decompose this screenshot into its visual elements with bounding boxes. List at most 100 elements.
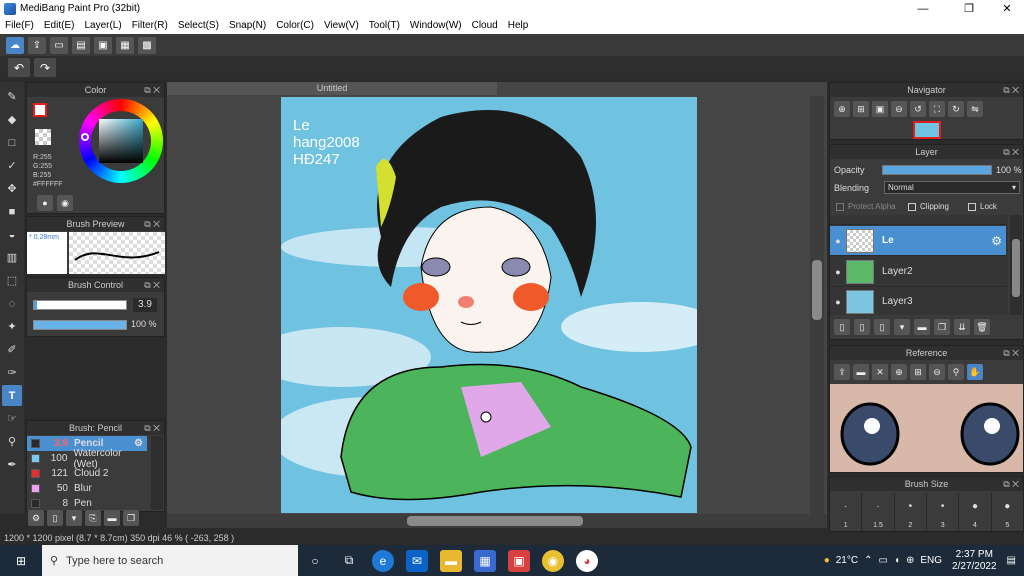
reference-fit-icon[interactable]: ⊞ bbox=[910, 364, 926, 380]
brush-list-item[interactable]: 121 Cloud 2 bbox=[27, 466, 147, 481]
shape-tool-icon[interactable]: □ bbox=[2, 132, 22, 153]
eraser-tool-icon[interactable]: ◆ bbox=[2, 109, 22, 130]
comment-icon[interactable]: ▭ bbox=[50, 36, 68, 54]
close-button[interactable]: ✕ bbox=[992, 0, 1022, 17]
store-icon[interactable]: ▦ bbox=[474, 549, 496, 572]
blending-select[interactable]: Normal ▾ bbox=[884, 181, 1020, 194]
cloud-icon[interactable]: ☁ bbox=[6, 36, 24, 54]
eyedropper-tool-icon[interactable]: ⚲ bbox=[2, 431, 22, 452]
menu-select[interactable]: Select(S) bbox=[173, 20, 224, 31]
windows-start-icon[interactable]: ⊞ bbox=[10, 550, 32, 572]
clipping-checkbox[interactable] bbox=[908, 202, 916, 211]
globe-icon[interactable]: ⊕ bbox=[906, 555, 914, 566]
lock-checkbox[interactable] bbox=[968, 202, 976, 211]
new-8bit-layer-icon[interactable]: ▯ bbox=[874, 319, 890, 335]
brush-size-option[interactable]: • 3 bbox=[927, 493, 960, 531]
menu-file[interactable]: File(F) bbox=[0, 20, 39, 31]
maximize-button[interactable]: ❐ bbox=[954, 0, 984, 17]
weather-temp[interactable]: 21°C bbox=[836, 555, 858, 566]
horizontal-scrollbar[interactable] bbox=[167, 514, 827, 528]
task-view-icon[interactable]: ⧉ bbox=[338, 550, 360, 572]
duplicate-layer-icon[interactable]: ❐ bbox=[934, 319, 950, 335]
palette-icon[interactable]: ● bbox=[37, 195, 53, 211]
transparent-color-swatch[interactable] bbox=[35, 129, 51, 145]
color-history-icon[interactable]: ◉ bbox=[57, 195, 73, 211]
mail-icon[interactable]: ✉ bbox=[406, 549, 428, 572]
visibility-icon[interactable]: ● bbox=[830, 267, 846, 277]
brush-list-scrollbar[interactable] bbox=[151, 436, 163, 510]
volume-icon[interactable]: ◖ bbox=[894, 555, 900, 566]
gradient-tool-icon[interactable]: ▥ bbox=[2, 247, 22, 268]
brush-tool-icon[interactable]: ✎ bbox=[2, 86, 22, 107]
brush-opacity-slider[interactable] bbox=[33, 320, 127, 330]
grid-icon[interactable]: ▦ bbox=[116, 36, 134, 54]
taskbar-search[interactable]: ⚲ Type here to search bbox=[42, 545, 298, 576]
reference-open-icon[interactable]: ⇪ bbox=[834, 364, 850, 380]
page-icon[interactable]: ▣ bbox=[94, 36, 112, 54]
zoom-out-icon[interactable]: ⊖ bbox=[891, 101, 907, 117]
rotate-right-icon[interactable]: ↻ bbox=[948, 101, 964, 117]
layer-scrollbar[interactable] bbox=[1010, 215, 1022, 315]
brush-size-option[interactable]: ● 5 bbox=[992, 493, 1023, 531]
menu-window[interactable]: Window(W) bbox=[405, 20, 467, 31]
layer-row-layer3[interactable]: ● Layer3 bbox=[830, 287, 1006, 315]
panel-controls-icon[interactable]: ⧉ ✕ bbox=[144, 421, 160, 435]
menu-edit[interactable]: Edit(E) bbox=[39, 20, 80, 31]
new-halftone-layer-icon[interactable]: ▯ bbox=[854, 319, 870, 335]
select-tool-icon[interactable]: ⬚ bbox=[2, 270, 22, 291]
layer-row-partial[interactable] bbox=[830, 215, 1006, 225]
add-layer-menu-icon[interactable]: ▾ bbox=[894, 319, 910, 335]
panel-controls-icon[interactable]: ⧉ ✕ bbox=[144, 83, 160, 97]
zoom-actual-icon[interactable]: ▣ bbox=[872, 101, 888, 117]
menu-layer[interactable]: Layer(L) bbox=[79, 20, 126, 31]
drawing-canvas[interactable]: Le hang2008 HĐ247 bbox=[281, 97, 697, 513]
undo-icon[interactable]: ↶ bbox=[8, 58, 30, 77]
brush-size-value[interactable]: 3.9 bbox=[133, 298, 157, 312]
panel-controls-icon[interactable]: ⧉ ✕ bbox=[1003, 83, 1019, 97]
flip-icon[interactable]: ⇋ bbox=[967, 101, 983, 117]
zoom-fit-icon[interactable]: ⊞ bbox=[853, 101, 869, 117]
brush-folder-icon[interactable]: ▬ bbox=[104, 510, 120, 526]
brush-new-icon[interactable]: ▯ bbox=[47, 510, 63, 526]
vertical-scrollbar[interactable] bbox=[810, 96, 824, 514]
panel-controls-icon[interactable]: ⧉ ✕ bbox=[144, 278, 160, 292]
brush-list-item[interactable]: 50 Blur bbox=[27, 481, 147, 496]
document-tab[interactable]: Untitled bbox=[167, 82, 497, 95]
weather-icon[interactable]: ● bbox=[824, 555, 830, 566]
delete-layer-icon[interactable]: 🗑 bbox=[974, 319, 990, 335]
menu-cloud[interactable]: Cloud bbox=[467, 20, 503, 31]
reference-folder-icon[interactable]: ▬ bbox=[853, 364, 869, 380]
share-icon[interactable]: ⇪ bbox=[28, 36, 46, 54]
brush-copy-icon[interactable]: ⎘ bbox=[85, 510, 101, 526]
brush-list-item[interactable]: 8 Pen bbox=[27, 496, 147, 510]
hand-tool-icon[interactable]: ✒ bbox=[2, 454, 22, 475]
navigator-thumbnail[interactable] bbox=[913, 121, 941, 139]
lasso-tool-icon[interactable]: ◌ bbox=[2, 293, 22, 314]
language-indicator[interactable]: ENG bbox=[920, 555, 942, 566]
reference-eyedropper-icon[interactable]: ⚲ bbox=[948, 364, 964, 380]
menu-snap[interactable]: Snap(N) bbox=[224, 20, 271, 31]
zoom-in-icon[interactable]: ⊕ bbox=[834, 101, 850, 117]
bucket-tool-icon[interactable]: ◒ bbox=[2, 224, 22, 245]
hue-handle[interactable] bbox=[81, 133, 89, 141]
visibility-icon[interactable]: ● bbox=[830, 236, 846, 246]
menu-tool[interactable]: Tool(T) bbox=[364, 20, 405, 31]
select-pen-tool-icon[interactable]: ✐ bbox=[2, 339, 22, 360]
clock[interactable]: 2:37 PM 2/27/2022 bbox=[952, 549, 997, 573]
cortana-icon[interactable]: ○ bbox=[304, 550, 326, 572]
panel-controls-icon[interactable]: ⧉ ✕ bbox=[1003, 145, 1019, 159]
chrome-icon[interactable]: ◉ bbox=[542, 549, 564, 572]
foreground-color-swatch[interactable] bbox=[33, 103, 47, 117]
text-tool-icon[interactable]: T bbox=[2, 385, 22, 406]
chevron-up-icon[interactable]: ⌃ bbox=[864, 555, 872, 566]
new-layer-icon[interactable]: ▯ bbox=[834, 319, 850, 335]
brush-size-slider[interactable] bbox=[33, 300, 127, 310]
visibility-icon[interactable]: ● bbox=[830, 297, 846, 307]
menu-help[interactable]: Help bbox=[503, 20, 534, 31]
edge-icon[interactable]: e bbox=[372, 549, 394, 572]
minimize-button[interactable]: — bbox=[908, 0, 938, 17]
fill-rect-tool-icon[interactable]: ■ bbox=[2, 201, 22, 222]
brush-size-option[interactable]: • 2 bbox=[895, 493, 927, 531]
network-icon[interactable]: ▭ bbox=[878, 555, 887, 566]
panel-controls-icon[interactable]: ⧉ ✕ bbox=[1003, 346, 1019, 360]
